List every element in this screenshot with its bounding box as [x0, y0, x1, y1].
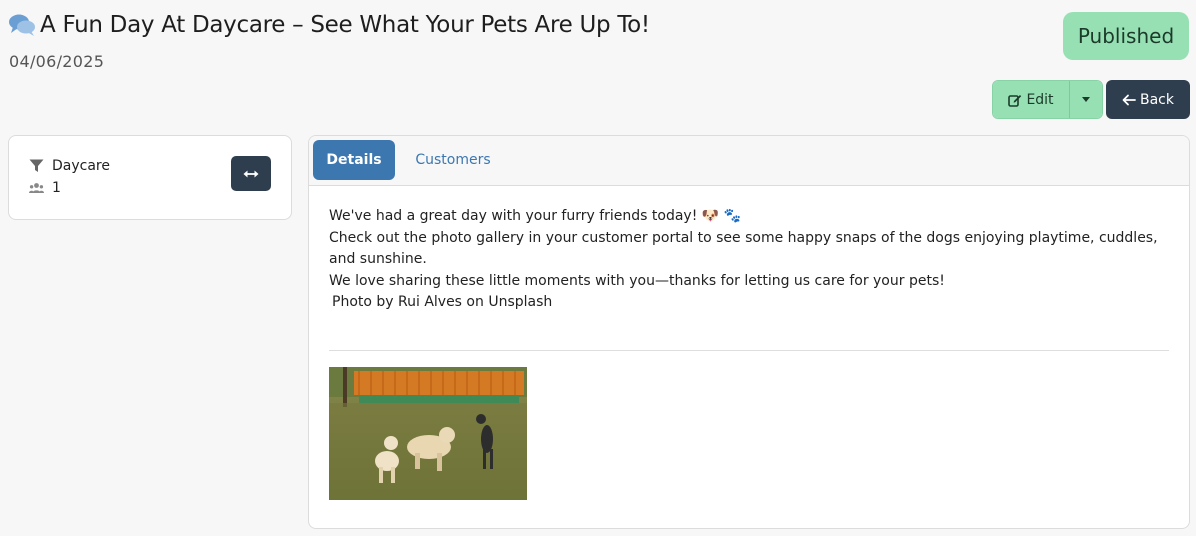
post-date: 04/06/2025 [9, 52, 105, 71]
body-line: We love sharing these little moments wit… [329, 272, 945, 289]
edit-icon [1008, 94, 1022, 107]
chevron-down-icon [1082, 97, 1090, 102]
users-icon [29, 183, 44, 193]
photo-credit: Photo by Rui Alves on Unsplash [332, 294, 553, 310]
arrow-left-icon [1122, 94, 1136, 105]
tab-bar: Details Customers [309, 136, 1189, 186]
page-header: A Fun Day At Daycare – See What Your Pet… [8, 12, 650, 38]
post-body: We've had a great day with your furry fr… [329, 206, 1171, 314]
summary-card: Daycare 1 [8, 135, 292, 220]
filter-icon [29, 159, 44, 172]
back-button-label: Back [1140, 91, 1174, 108]
expand-toggle-button[interactable] [231, 156, 271, 191]
body-line: Check out the photo gallery in your cust… [329, 229, 1158, 268]
count-row: 1 [29, 180, 61, 196]
category-row: Daycare [29, 158, 110, 174]
page-title: A Fun Day At Daycare – See What Your Pet… [40, 12, 650, 38]
edit-button-group: Edit [992, 80, 1103, 119]
category-label: Daycare [52, 158, 110, 174]
tab-details[interactable]: Details [313, 140, 395, 180]
edit-dropdown-toggle[interactable] [1069, 81, 1102, 118]
edit-button-label: Edit [1026, 91, 1054, 108]
arrows-horizontal-icon [243, 170, 259, 177]
back-button[interactable]: Back [1106, 80, 1190, 119]
tab-customers[interactable]: Customers [407, 140, 499, 180]
details-card: Details Customers We've had a great day … [308, 135, 1190, 529]
body-line: We've had a great day with your furry fr… [329, 208, 742, 224]
status-badge: Published [1063, 12, 1189, 60]
chat-bubbles-icon [9, 14, 35, 36]
divider [329, 350, 1169, 351]
customer-count: 1 [52, 180, 61, 196]
dogs-photo[interactable] [329, 367, 527, 500]
edit-button[interactable]: Edit [993, 81, 1069, 118]
page: A Fun Day At Daycare – See What Your Pet… [0, 0, 1196, 536]
